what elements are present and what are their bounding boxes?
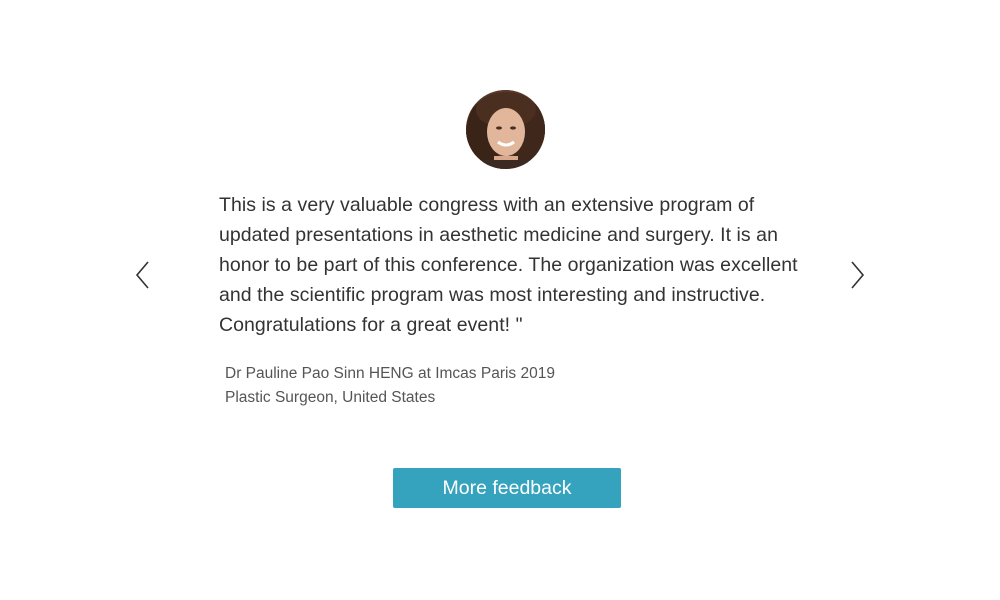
more-feedback-button[interactable]: More feedback	[393, 468, 621, 508]
chevron-right-icon	[851, 261, 865, 289]
chevron-left-icon	[135, 261, 149, 289]
testimonial-author: Dr Pauline Pao Sinn HENG at Imcas Paris …	[225, 362, 725, 410]
avatar	[466, 90, 545, 169]
testimonial-carousel: This is a very valuable congress with an…	[0, 0, 1000, 600]
author-name-event: Dr Pauline Pao Sinn HENG at Imcas Paris …	[225, 365, 555, 382]
next-button[interactable]	[842, 258, 872, 292]
avatar-portrait-icon	[466, 90, 545, 169]
testimonial-quote: This is a very valuable congress with an…	[219, 194, 798, 336]
author-title-location: Plastic Surgeon, United States	[225, 389, 436, 406]
previous-button[interactable]	[128, 258, 158, 292]
